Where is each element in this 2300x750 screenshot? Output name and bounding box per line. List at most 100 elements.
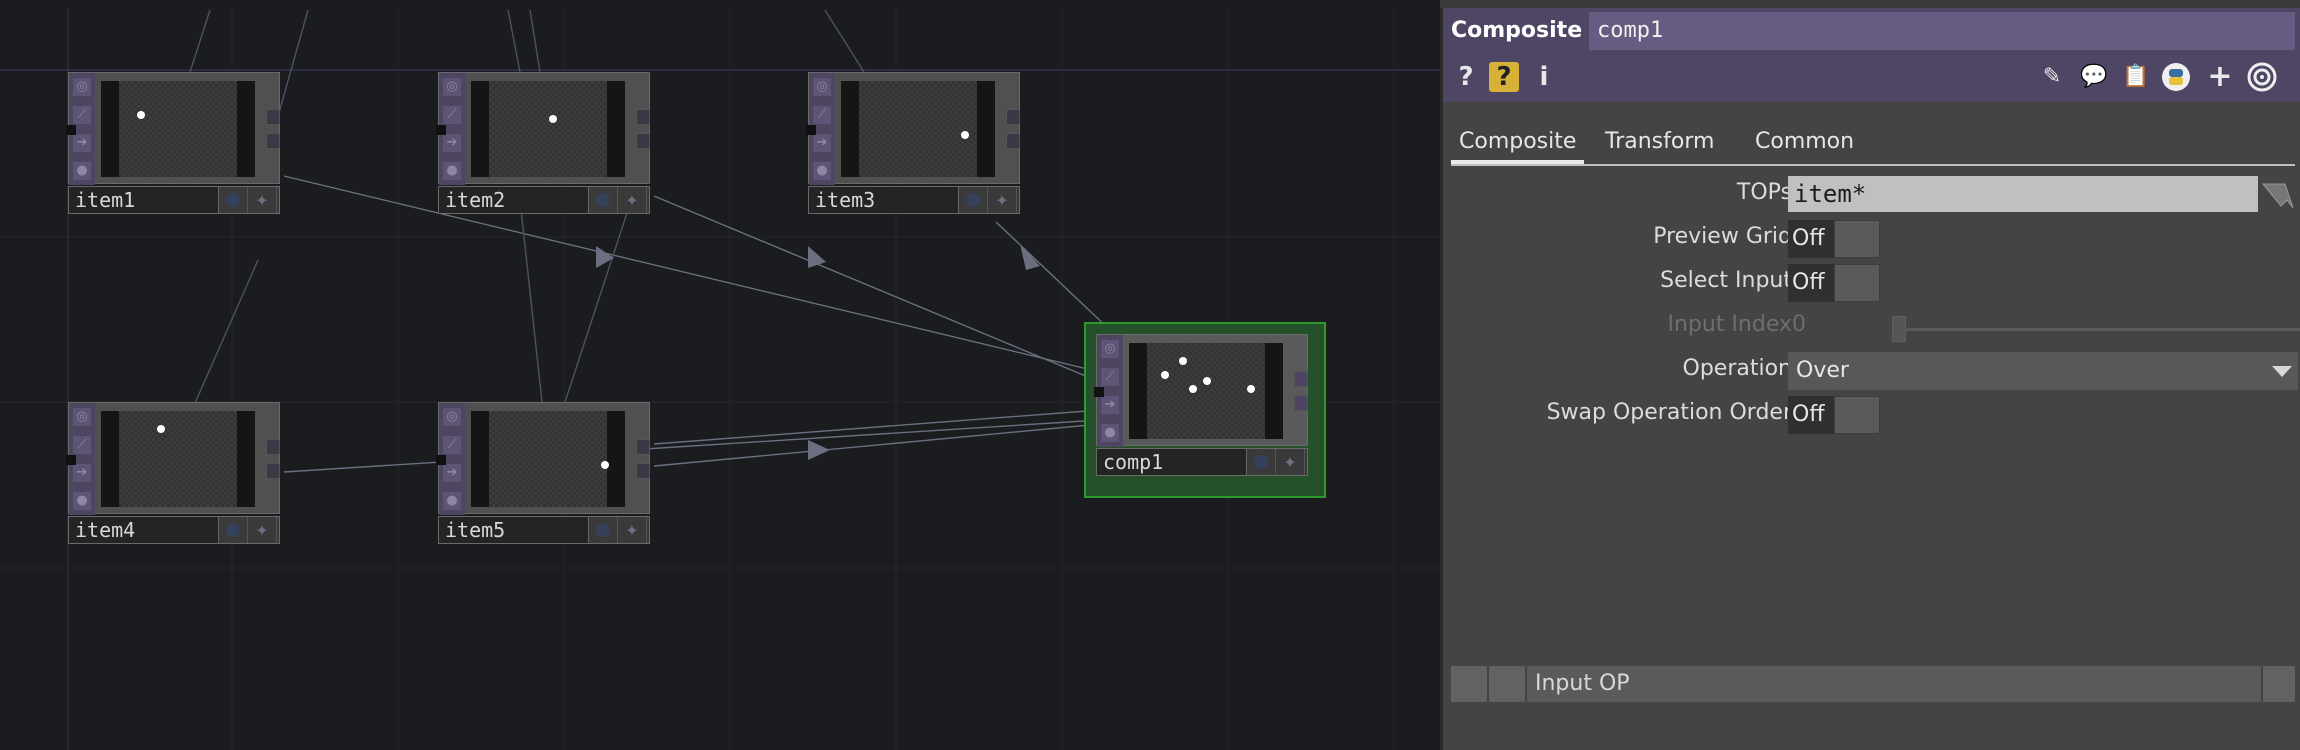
operator-name-field[interactable]: comp1 xyxy=(1589,12,2295,50)
input-op-label[interactable]: Input OP xyxy=(1527,666,2263,702)
cook-icon[interactable]: ⟋ xyxy=(1101,368,1119,386)
plus-icon[interactable]: ✦ xyxy=(618,517,647,543)
tab-common[interactable]: Common xyxy=(1747,124,1862,160)
lock-icon[interactable]: ● xyxy=(443,492,461,510)
input-connector[interactable] xyxy=(436,125,446,135)
node-body[interactable]: ◎ ⟋ ➔ ● xyxy=(1094,334,1308,447)
plus-icon[interactable]: ✦ xyxy=(248,187,277,213)
target-icon[interactable] xyxy=(2247,62,2277,92)
tab-transform[interactable]: Transform xyxy=(1597,124,1722,160)
slider-value[interactable]: 0 xyxy=(1792,312,1806,337)
node-comp1[interactable]: ◎ ⟋ ➔ ● comp1 ✦ xyxy=(1084,322,1326,498)
lock-icon[interactable]: ● xyxy=(73,492,91,510)
lock-icon[interactable]: ● xyxy=(1101,424,1119,442)
node-name[interactable]: comp1 xyxy=(1097,449,1247,475)
viewer-icon[interactable]: ◎ xyxy=(73,408,91,426)
input-op-button[interactable] xyxy=(1489,666,1527,702)
node-item3[interactable]: ◎ ⟋ ➔ ● item3 ✦ xyxy=(806,72,1020,220)
input-op-button[interactable] xyxy=(1451,666,1489,702)
input-connector[interactable] xyxy=(436,455,446,465)
preview-grid-toggle[interactable]: Off xyxy=(1788,220,1886,258)
viewer-icon[interactable]: ◎ xyxy=(813,78,831,96)
node-item2[interactable]: ◎ ⟋ ➔ ● item2 ✦ xyxy=(436,72,650,220)
node-body[interactable]: ◎ ⟋ ➔ ● xyxy=(66,402,280,515)
toggle-switch[interactable] xyxy=(1834,264,1880,302)
input-index-slider[interactable]: 0 xyxy=(1788,308,2300,346)
cook-icon[interactable]: ⟋ xyxy=(73,106,91,124)
output-connector[interactable] xyxy=(266,133,280,149)
python-icon[interactable] xyxy=(2161,62,2191,92)
export-icon[interactable]: ➔ xyxy=(813,134,831,152)
plus-icon[interactable]: ✦ xyxy=(988,187,1017,213)
output-connector[interactable] xyxy=(636,109,650,125)
tops-field[interactable]: item* xyxy=(1788,176,2258,212)
output-connector[interactable] xyxy=(1294,395,1308,411)
lock-icon[interactable]: ● xyxy=(443,162,461,180)
node-body[interactable]: ◎ ⟋ ➔ ● xyxy=(436,72,650,185)
comment-icon[interactable]: 💬 xyxy=(2079,62,2109,92)
viewer-icon[interactable]: ◎ xyxy=(1101,340,1119,358)
viewer-icon[interactable]: ◎ xyxy=(443,408,461,426)
node-name[interactable]: item5 xyxy=(439,517,589,543)
network-editor[interactable]: ◎ ⟋ ➔ ● item1 ✦ ◎ ⟋ ➔ ● item2 ✦ ◎ ⟋ ➔ ● … xyxy=(0,0,1440,750)
output-connector[interactable] xyxy=(636,463,650,479)
node-body[interactable]: ◎ ⟋ ➔ ● xyxy=(66,72,280,185)
export-icon[interactable]: ➔ xyxy=(73,464,91,482)
clipboard-icon[interactable]: 📋 xyxy=(2121,62,2151,92)
export-icon[interactable]: ➔ xyxy=(73,134,91,152)
cook-icon[interactable]: ⟋ xyxy=(443,436,461,454)
input-connector[interactable] xyxy=(806,125,816,135)
export-icon[interactable]: ➔ xyxy=(1101,396,1119,414)
node-body[interactable]: ◎ ⟋ ➔ ● xyxy=(436,402,650,515)
bypass-icon[interactable] xyxy=(219,517,248,543)
bypass-icon[interactable] xyxy=(589,187,618,213)
drag-arrow-icon[interactable] xyxy=(2261,180,2297,212)
output-connector[interactable] xyxy=(266,109,280,125)
input-connector[interactable] xyxy=(66,455,76,465)
input-op-button[interactable] xyxy=(2263,666,2297,702)
input-connector[interactable] xyxy=(1094,387,1104,397)
bypass-icon[interactable] xyxy=(959,187,988,213)
plus-icon[interactable]: ✦ xyxy=(1276,449,1305,475)
output-connector[interactable] xyxy=(636,439,650,455)
plus-icon[interactable]: ✦ xyxy=(248,517,277,543)
output-connector[interactable] xyxy=(266,463,280,479)
node-item1[interactable]: ◎ ⟋ ➔ ● item1 ✦ xyxy=(66,72,280,220)
tab-composite[interactable]: Composite xyxy=(1451,124,1585,164)
node-name[interactable]: item1 xyxy=(69,187,219,213)
toggle-switch[interactable] xyxy=(1834,396,1880,434)
toggle-value[interactable]: Off xyxy=(1788,220,1834,258)
input-connector[interactable] xyxy=(66,125,76,135)
bypass-icon[interactable] xyxy=(589,517,618,543)
slider-handle[interactable] xyxy=(1892,316,1906,342)
node-item5[interactable]: ◎ ⟋ ➔ ● item5 ✦ xyxy=(436,402,650,550)
viewer-icon[interactable]: ◎ xyxy=(73,78,91,96)
node-name[interactable]: item4 xyxy=(69,517,219,543)
toggle-switch[interactable] xyxy=(1834,220,1880,258)
output-connector[interactable] xyxy=(266,439,280,455)
bypass-icon[interactable] xyxy=(219,187,248,213)
pencil-icon[interactable]: ✎ xyxy=(2037,62,2067,92)
operation-dropdown[interactable]: Over xyxy=(1788,352,2298,390)
output-connector[interactable] xyxy=(1006,109,1020,125)
output-connector[interactable] xyxy=(1006,133,1020,149)
slider-track[interactable] xyxy=(1892,328,2300,331)
select-input-toggle[interactable]: Off xyxy=(1788,264,1886,302)
node-body[interactable]: ◎ ⟋ ➔ ● xyxy=(806,72,1020,185)
lock-icon[interactable]: ● xyxy=(73,162,91,180)
toggle-value[interactable]: Off xyxy=(1788,264,1834,302)
bypass-icon[interactable] xyxy=(1247,449,1276,475)
lock-icon[interactable]: ● xyxy=(813,162,831,180)
help-icon[interactable]: ? xyxy=(1451,62,1481,92)
node-name[interactable]: item2 xyxy=(439,187,589,213)
add-icon[interactable]: + xyxy=(2205,62,2235,92)
cook-icon[interactable]: ⟋ xyxy=(73,436,91,454)
swap-order-toggle[interactable]: Off xyxy=(1788,396,1886,434)
info-icon[interactable]: i xyxy=(1529,62,1559,92)
cook-icon[interactable]: ⟋ xyxy=(443,106,461,124)
toggle-value[interactable]: Off xyxy=(1788,396,1834,434)
export-icon[interactable]: ➔ xyxy=(443,464,461,482)
plus-icon[interactable]: ✦ xyxy=(618,187,647,213)
viewer-icon[interactable]: ◎ xyxy=(443,78,461,96)
python-help-icon[interactable]: ? xyxy=(1489,62,1519,92)
